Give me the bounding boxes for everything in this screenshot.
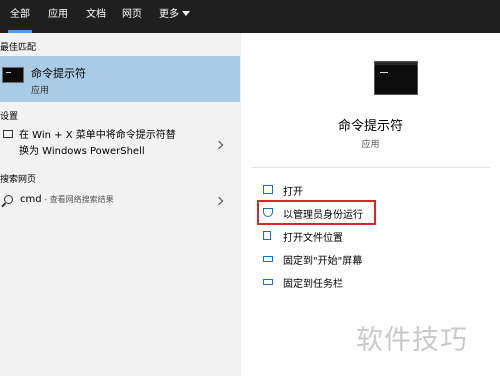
chevron-right-icon bbox=[214, 196, 224, 206]
tab-label: 全部 bbox=[10, 9, 30, 20]
cmd-icon bbox=[374, 61, 418, 95]
divider bbox=[252, 167, 490, 168]
web-search-query: cmd - 查看网络搜索结果 bbox=[20, 194, 114, 205]
chevron-down-icon bbox=[182, 11, 190, 16]
setting-item[interactable]: 在 Win + X 菜单中将命令提示符替 换为 Windows PowerShe… bbox=[0, 125, 240, 165]
tab-label: 应用 bbox=[48, 9, 68, 20]
tab-all[interactable]: 全部 bbox=[8, 0, 32, 33]
section-settings: 设置 bbox=[0, 112, 19, 122]
tab-label: 文档 bbox=[86, 9, 106, 20]
query-text: cmd bbox=[20, 194, 42, 205]
setting-label-line2: 换为 Windows PowerShell bbox=[19, 146, 145, 157]
cmd-icon bbox=[2, 67, 24, 83]
tab-label: 更多 bbox=[159, 9, 179, 20]
setting-label-line1: 在 Win + X 菜单中将命令提示符替 bbox=[19, 130, 176, 141]
tab-more[interactable]: 更多 bbox=[157, 0, 192, 33]
section-web-search: 搜索网页 bbox=[0, 175, 37, 185]
query-hint: - 查看网络搜索结果 bbox=[41, 195, 114, 204]
action-label: 打开文件位置 bbox=[283, 233, 343, 244]
app-type: 应用 bbox=[361, 140, 380, 150]
open-icon bbox=[263, 185, 273, 194]
file-location-icon bbox=[263, 231, 271, 240]
best-match-item[interactable]: 命令提示符 应用 bbox=[0, 56, 240, 102]
highlight-box bbox=[257, 200, 376, 225]
tab-web[interactable]: 网页 bbox=[120, 0, 144, 33]
pin-icon bbox=[263, 256, 273, 262]
web-search-item[interactable]: cmd - 查看网络搜索结果 bbox=[0, 191, 240, 213]
section-best-match: 最佳匹配 bbox=[0, 43, 37, 53]
tab-documents[interactable]: 文档 bbox=[84, 0, 108, 33]
action-label: 固定到任务栏 bbox=[283, 279, 343, 290]
monitor-icon bbox=[3, 130, 13, 138]
chevron-right-icon bbox=[214, 140, 224, 150]
tab-label: 网页 bbox=[122, 9, 142, 20]
action-label: 打开 bbox=[283, 187, 303, 198]
best-match-type: 应用 bbox=[31, 86, 50, 96]
search-icon bbox=[4, 195, 13, 204]
results-pane: 最佳匹配 命令提示符 应用 设置 在 Win + X 菜单中将命令提示符替 换为… bbox=[0, 33, 241, 376]
app-name: 命令提示符 bbox=[337, 119, 403, 134]
search-filter-bar: 全部 应用 文档 网页 更多 bbox=[0, 0, 500, 33]
pin-icon bbox=[263, 279, 273, 285]
tab-apps[interactable]: 应用 bbox=[46, 0, 70, 33]
best-match-name: 命令提示符 bbox=[31, 67, 86, 80]
watermark: 软件技巧 bbox=[356, 325, 468, 356]
action-label: 固定到"开始"屏幕 bbox=[283, 256, 363, 267]
